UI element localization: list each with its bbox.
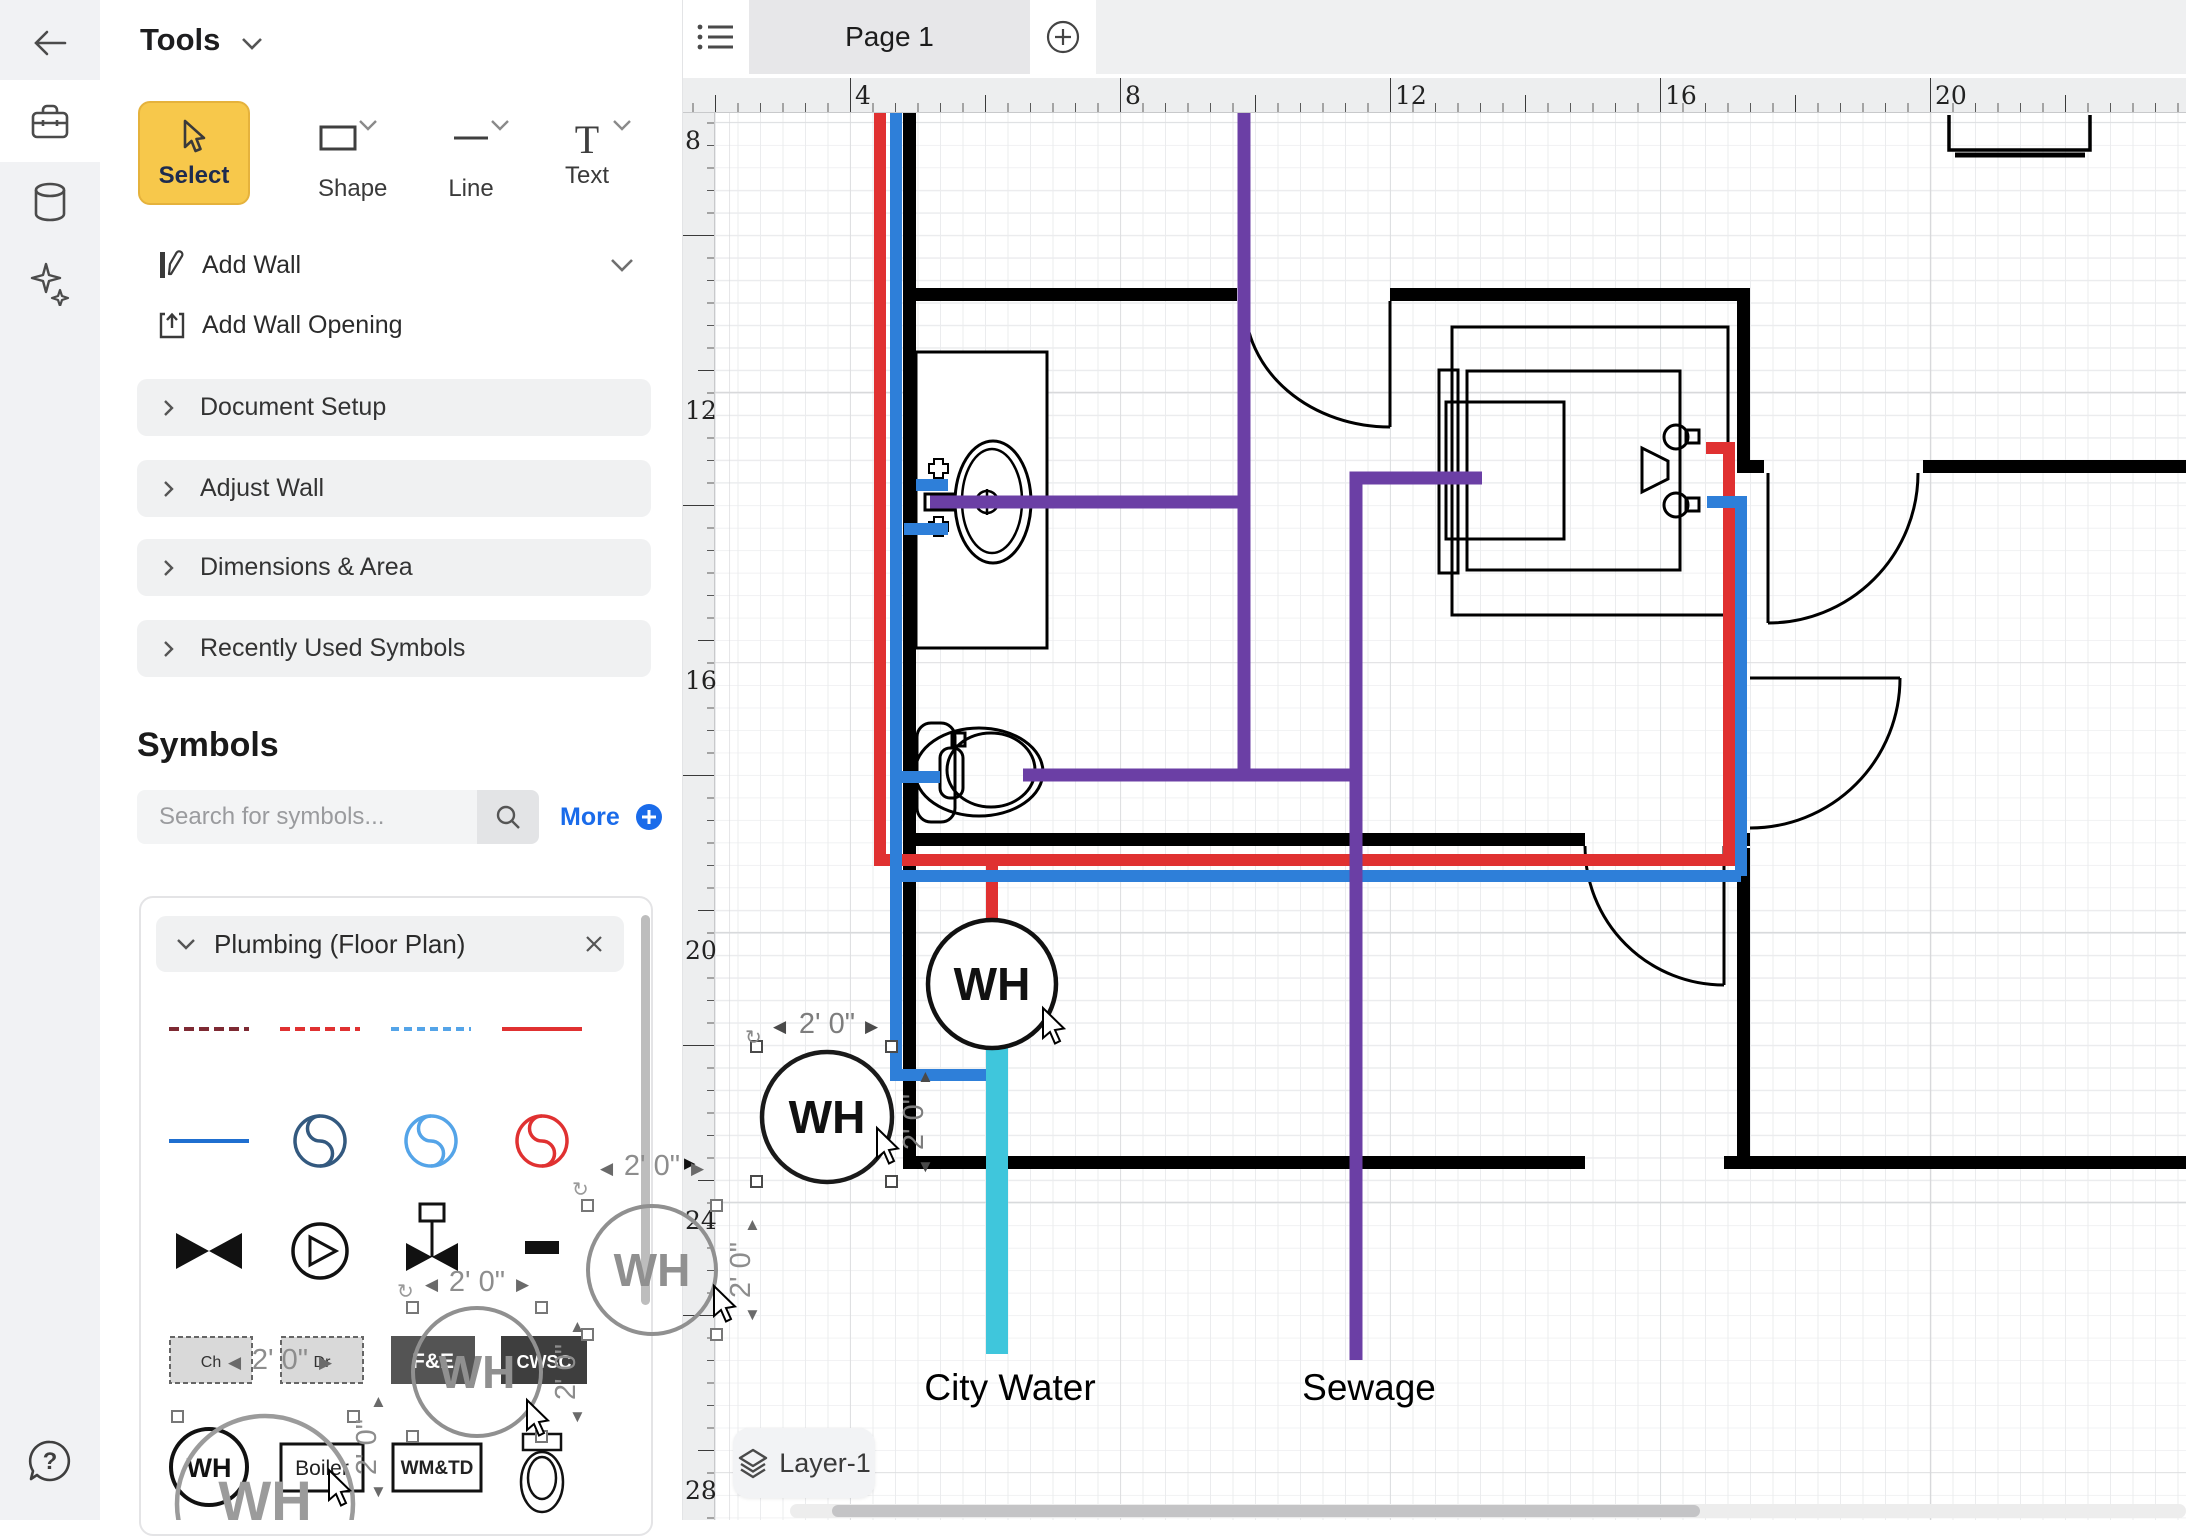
tab-bar-spacer — [1096, 0, 2186, 74]
back-icon[interactable] — [0, 26, 100, 65]
close-icon[interactable] — [584, 934, 604, 954]
layers-icon — [737, 1447, 769, 1479]
ruler-position-indicator: ▶ — [684, 1154, 696, 1172]
section-label: Dimensions & Area — [200, 553, 413, 582]
symbol-search-input[interactable] — [137, 790, 477, 844]
help-icon[interactable]: ? — [0, 1438, 100, 1489]
section-recently-used-symbols[interactable]: Recently Used Symbols — [137, 620, 651, 677]
database-icon[interactable] — [0, 182, 100, 229]
symbols-heading: Symbols — [137, 726, 279, 765]
add-wall-opening-label: Add Wall Opening — [202, 311, 403, 340]
add-wall-icon — [158, 250, 186, 280]
v-ruler-label: 24 — [685, 1206, 717, 1235]
select-tool-button[interactable]: Select — [138, 101, 250, 205]
add-page-icon — [1046, 20, 1080, 54]
layer-badge[interactable]: Layer-1 — [733, 1428, 875, 1498]
page-list-button[interactable] — [683, 0, 749, 74]
palette-card — [139, 896, 653, 1536]
left-rail: ? — [0, 0, 100, 1520]
horizontal-scrollbar-thumb[interactable] — [832, 1505, 1700, 1517]
tools-title-label: Tools — [140, 22, 220, 57]
line-icon — [451, 124, 491, 152]
chevron-down-icon — [241, 37, 263, 50]
section-dimensions-area[interactable]: Dimensions & Area — [137, 539, 651, 596]
tools-title[interactable]: Tools — [140, 22, 263, 58]
tools-panel: Tools Select Shape Line T Text Add Wall … — [100, 0, 683, 1520]
layer-label: Layer-1 — [779, 1448, 871, 1479]
shape-tool-label: Shape — [318, 175, 387, 203]
tab-page-1[interactable]: Page 1 — [749, 0, 1030, 74]
line-chevron-icon[interactable] — [612, 118, 632, 136]
text-tool-label: Text — [562, 162, 612, 190]
text-tool-button[interactable]: T Text — [562, 116, 612, 190]
palette-header[interactable]: Plumbing (Floor Plan) — [156, 916, 624, 972]
v-ruler-label: 8 — [685, 126, 701, 155]
horizontal-ruler: 4 8 12 16 20 — [683, 78, 2186, 113]
section-label: Adjust Wall — [200, 474, 324, 503]
v-ruler-label: 12 — [685, 396, 717, 425]
add-page-button[interactable] — [1030, 0, 1096, 74]
h-ruler-label: 8 — [1125, 81, 1141, 110]
rectangle-icon — [318, 124, 358, 152]
chevron-right-icon — [163, 559, 174, 577]
vertical-ruler: 8 12 16 20 24 28 ▶ — [683, 113, 715, 1520]
section-label: Document Setup — [200, 393, 386, 422]
sparkles-icon[interactable] — [0, 262, 100, 311]
add-wall-chevron-icon[interactable] — [610, 258, 634, 277]
line-tool-button[interactable]: Line — [448, 124, 494, 203]
shape-tool-button[interactable]: Shape — [318, 124, 387, 203]
chevron-right-icon — [163, 480, 174, 498]
section-label: Recently Used Symbols — [200, 634, 465, 663]
chevron-down-icon — [176, 938, 196, 950]
add-wall-opening-button[interactable]: Add Wall Opening — [158, 310, 403, 340]
cursor-icon — [177, 117, 211, 157]
palette-scrollbar[interactable] — [641, 915, 650, 1305]
h-ruler-label: 20 — [1935, 81, 1967, 110]
search-button[interactable] — [477, 790, 539, 844]
tab-label: Page 1 — [845, 21, 934, 53]
page-tab-bar: Page 1 — [683, 0, 2186, 74]
more-label: More — [560, 803, 620, 831]
chevron-right-icon — [163, 640, 174, 658]
h-ruler-label: 4 — [855, 81, 871, 110]
section-adjust-wall[interactable]: Adjust Wall — [137, 460, 651, 517]
v-ruler-label: 28 — [685, 1476, 717, 1505]
palette-title: Plumbing (Floor Plan) — [214, 929, 566, 960]
plus-circle-icon — [635, 803, 663, 831]
symbol-search-box[interactable] — [137, 790, 477, 844]
add-wall-opening-icon — [158, 310, 186, 340]
section-document-setup[interactable]: Document Setup — [137, 379, 651, 436]
select-tool-label: Select — [140, 162, 248, 190]
page-list-icon — [696, 22, 736, 52]
toolbox-icon[interactable] — [0, 103, 100, 146]
h-ruler-label: 12 — [1395, 81, 1427, 110]
drawing-canvas[interactable] — [715, 113, 2186, 1520]
svg-text:?: ? — [43, 1448, 58, 1475]
text-icon: T — [562, 116, 612, 154]
more-symbols-link[interactable]: More — [560, 803, 663, 832]
chevron-right-icon — [163, 399, 174, 417]
line-tool-label: Line — [448, 175, 494, 203]
search-icon — [495, 804, 521, 830]
add-wall-label: Add Wall — [202, 251, 301, 280]
v-ruler-label: 20 — [685, 936, 717, 965]
add-wall-button[interactable]: Add Wall — [158, 250, 301, 280]
v-ruler-label: 16 — [685, 666, 717, 695]
h-ruler-label: 16 — [1665, 81, 1697, 110]
